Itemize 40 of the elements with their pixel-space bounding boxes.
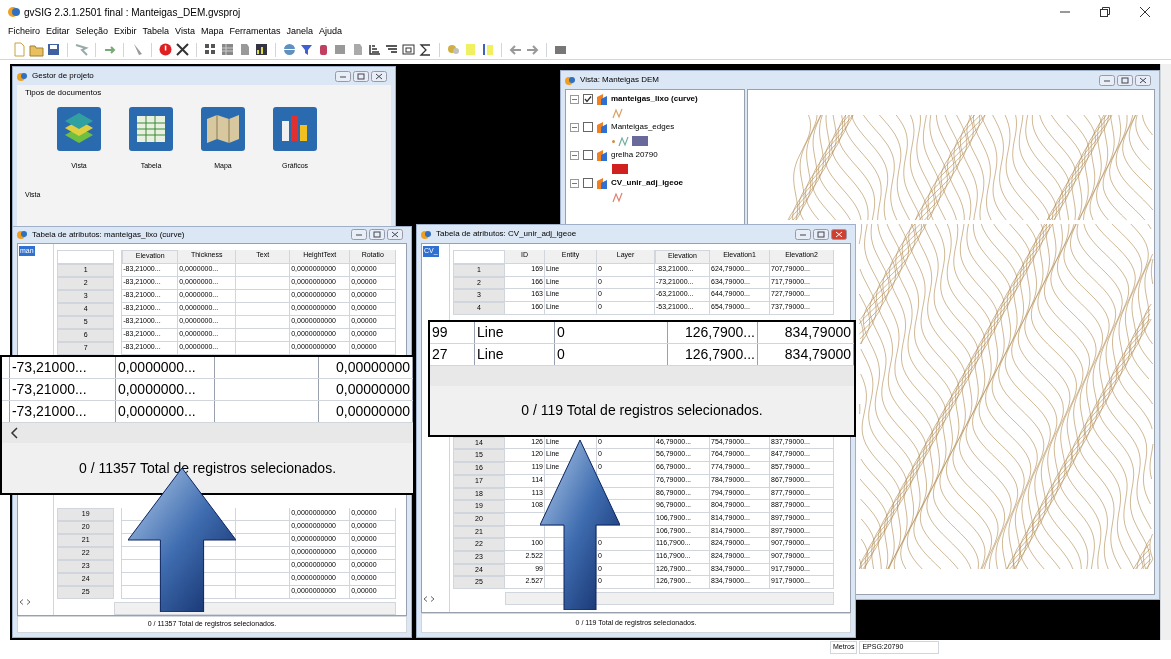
table-cell: 0,00000000: [318, 357, 413, 378]
table-cell: 0,0000000...: [115, 401, 215, 422]
menu-item[interactable]: Vista: [175, 25, 195, 39]
table-cell: 0,0000000...: [115, 379, 215, 400]
table-cell: -73,21000...: [9, 357, 116, 378]
menu-item[interactable]: Mapa: [200, 25, 224, 39]
status-text: 0 / 119 Total de registros selecionados.: [521, 401, 763, 420]
table-cell: 0,00000000: [318, 379, 413, 400]
menu-item[interactable]: Ajuda: [319, 25, 343, 39]
table-cell: 834,79000: [758, 322, 854, 343]
section-label: Tipos de documentos: [25, 87, 102, 99]
table-cell: 0: [555, 344, 668, 365]
table-cell: 0: [555, 322, 668, 343]
table-cell: 126,7900...: [668, 344, 758, 365]
menu-item[interactable]: Editar: [46, 25, 70, 39]
table-cell: 0,0000000...: [115, 357, 215, 378]
layer-name[interactable]: Manteigas_edges: [611, 121, 675, 133]
window-title: gvSIG 2.3.1.2501 final : Manteigas_DEM.gvsproj: [24, 5, 241, 20]
table-cell: 0,00000000: [318, 401, 413, 422]
table-cell: 99: [430, 322, 475, 343]
table-cell: -73,21000...: [9, 379, 116, 400]
table-cell: Line: [475, 322, 555, 343]
layer-name[interactable]: CV_unir_adj_igeoe: [611, 177, 684, 189]
menu-item[interactable]: Exibir: [114, 25, 137, 39]
menu-item[interactable]: Ficheiro: [8, 25, 40, 39]
window-title: Vista: Manteigas DEM: [580, 74, 660, 86]
menu-item[interactable]: Janela: [286, 25, 314, 39]
window-title: Tabela de atributos: manteigas_lixo (curve): [32, 228, 186, 241]
table-cell: 27: [430, 344, 475, 365]
menu-item[interactable]: Seleção: [75, 25, 109, 39]
window-title: Tabela de atributos: CV_unir_adj_igeoe: [436, 228, 578, 240]
table-cell: -73,21000...: [9, 401, 116, 422]
table-cell: 834,79000: [758, 344, 854, 365]
menu-item[interactable]: Tabela: [142, 25, 170, 39]
table-cell: 126,7900...: [668, 322, 758, 343]
window-title: Gestor de projeto: [32, 70, 95, 82]
table-cell: Line: [475, 344, 555, 365]
layer-name[interactable]: manteigas_lixo (curve): [611, 93, 698, 105]
menu-item[interactable]: Ferramentas: [229, 25, 281, 39]
layer-name[interactable]: grelha 20790: [611, 149, 658, 161]
